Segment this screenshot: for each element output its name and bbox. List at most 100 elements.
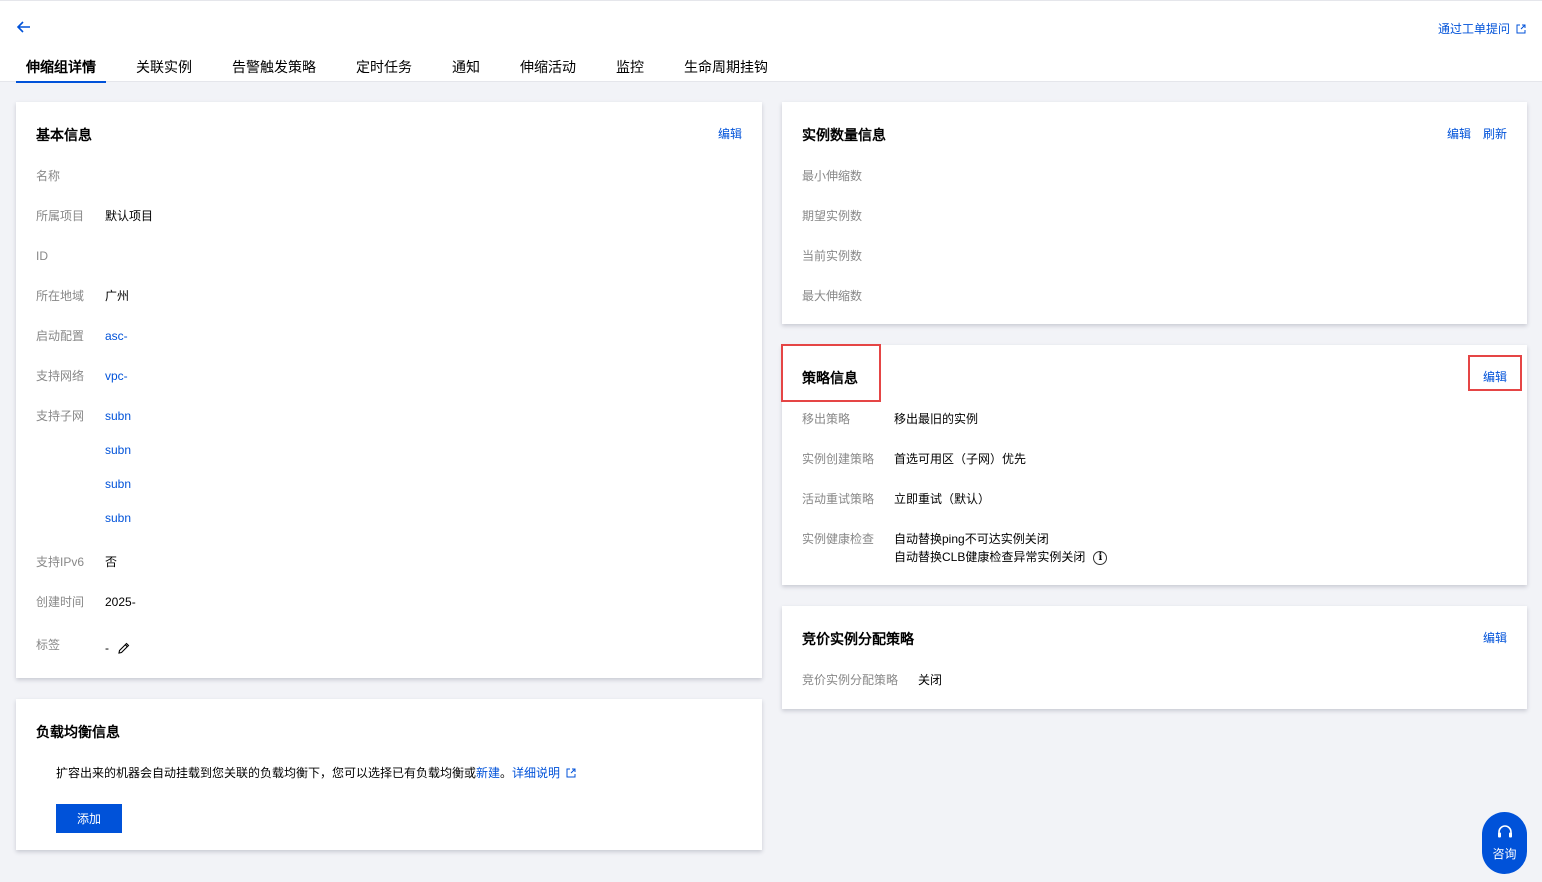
info-row: 移出策略 移出最旧的实例 [802, 410, 978, 428]
health-check-clb-text: 自动替换CLB健康检查异常实例关闭 [894, 550, 1086, 564]
info-key: 支持IPv6 [36, 555, 85, 569]
policy-title: 策略信息 [802, 370, 858, 386]
policy-edit-button[interactable]: 编辑 [1483, 368, 1507, 385]
info-value: 广州 [105, 289, 130, 303]
info-row: 支持网络 vpc- [36, 367, 128, 385]
info-row: 最小伸缩数 [802, 167, 871, 185]
load-balancer-description: 扩容出来的机器会自动挂载到您关联的负载均衡下，您可以选择已有负载均衡或 [56, 766, 477, 780]
spot-instance-card: 竞价实例分配策略 编辑 竞价实例分配策略 关闭 [782, 606, 1527, 709]
headset-icon [1497, 825, 1512, 838]
info-key: 创建时间 [36, 595, 85, 609]
tab-scheduled-tasks[interactable]: 定时任务 [346, 51, 422, 83]
info-key: 期望实例数 [802, 209, 863, 223]
description-period: 。 [500, 766, 513, 780]
tags-value: - [105, 641, 109, 655]
info-row: ID [36, 247, 105, 265]
external-link-icon [1516, 24, 1526, 33]
info-row: 创建时间 2025- [36, 593, 136, 611]
info-row: 当前实例数 [802, 247, 871, 265]
tab-bar: 伸缩组详情 关联实例 告警触发策略 定时任务 通知 伸缩活动 监控 生命周期挂钩 [16, 51, 798, 83]
subnet-link[interactable]: subn [105, 475, 131, 493]
info-key: 最小伸缩数 [802, 169, 863, 183]
info-row: 所在地域 广州 [36, 287, 129, 305]
tab-group-details[interactable]: 伸缩组详情 [16, 51, 106, 83]
instance-count-title: 实例数量信息 [802, 127, 886, 143]
ticket-link[interactable]: 通过工单提问 [1438, 20, 1526, 37]
info-row: 期望实例数 [802, 207, 871, 225]
info-key: 实例创建策略 [802, 452, 875, 466]
tab-associated-instances[interactable]: 关联实例 [126, 51, 202, 83]
health-check-values: 自动替换ping不可达实例关闭 自动替换CLB健康检查异常实例关闭 i [894, 530, 1108, 566]
info-row: subn [36, 509, 131, 527]
refresh-button[interactable]: 刷新 [1483, 125, 1507, 142]
info-key [36, 509, 105, 527]
info-key: 实例健康检查 [802, 532, 875, 546]
info-key: 所属项目 [36, 209, 85, 223]
info-key: 支持子网 [36, 409, 85, 423]
health-check-clb: 自动替换CLB健康检查异常实例关闭 i [894, 548, 1108, 566]
health-check-ping: 自动替换ping不可达实例关闭 [894, 532, 1049, 546]
info-key: 竞价实例分配策略 [802, 673, 899, 687]
basic-info-edit-button[interactable]: 编辑 [718, 125, 742, 142]
top-bar: 通过工单提问 伸缩组详情 关联实例 告警触发策略 定时任务 通知 伸缩活动 监控… [0, 0, 1542, 83]
basic-info-title: 基本信息 [36, 127, 92, 143]
external-link-icon [566, 768, 576, 777]
new-load-balancer-link[interactable]: 新建 [476, 764, 500, 781]
subnet-link[interactable]: subn [105, 441, 131, 459]
info-key: 所在地域 [36, 289, 85, 303]
info-row: 启动配置 asc- [36, 327, 128, 345]
info-row: 支持子网 subn [36, 407, 131, 425]
tab-monitoring[interactable]: 监控 [606, 51, 654, 83]
info-row: 所属项目 默认项目 [36, 207, 153, 225]
info-row: 竞价实例分配策略 关闭 [802, 671, 942, 689]
info-key: 当前实例数 [802, 249, 863, 263]
info-value: 首选可用区（子网）优先 [894, 452, 1027, 466]
info-row: 名称 [36, 167, 105, 185]
vpc-link[interactable]: vpc- [105, 367, 128, 385]
info-value: 移出最旧的实例 [894, 412, 979, 426]
add-load-balancer-button[interactable]: 添加 [56, 804, 122, 833]
tab-lifecycle-hooks[interactable]: 生命周期挂钩 [674, 51, 778, 83]
tab-scaling-activities[interactable]: 伸缩活动 [510, 51, 586, 83]
tab-alarm-policies[interactable]: 告警触发策略 [222, 51, 326, 83]
info-value: 2025- [105, 595, 136, 609]
ticket-link-label[interactable]: 通过工单提问 [1438, 20, 1510, 37]
instance-count-card: 实例数量信息 编辑 刷新 最小伸缩数 期望实例数 当前实例数 最大伸缩数 [782, 102, 1527, 324]
spot-instance-edit-button[interactable]: 编辑 [1483, 629, 1507, 646]
info-value: 关闭 [918, 673, 943, 687]
info-row: 最大伸缩数 [802, 287, 871, 305]
info-value: 默认项目 [105, 209, 154, 223]
basic-info-card: 基本信息 编辑 名称 所属项目 默认项目 ID 所在地域 广州 启动配置 asc- 支… [16, 102, 762, 678]
load-balancer-card: 负载均衡信息 扩容出来的机器会自动挂载到您关联的负载均衡下，您可以选择已有负载均… [16, 699, 762, 850]
info-row: 活动重试策略 立即重试（默认） [802, 490, 990, 508]
detail-doc-link[interactable]: 详细说明 [512, 764, 560, 781]
spot-instance-title: 竞价实例分配策略 [802, 631, 914, 647]
info-key: 名称 [36, 169, 61, 183]
info-key: 启动配置 [36, 329, 85, 343]
info-key: 标签 [36, 638, 61, 652]
info-row: subn [36, 475, 131, 493]
info-value: 立即重试（默认） [894, 492, 991, 506]
info-key: 支持网络 [36, 369, 85, 383]
info-key: 最大伸缩数 [802, 289, 863, 303]
info-icon[interactable]: i [1093, 550, 1108, 565]
info-row: subn [36, 441, 131, 459]
subnet-link[interactable]: subn [105, 407, 131, 425]
consult-label: 咨询 [1492, 847, 1517, 861]
info-row: 支持IPv6 否 [36, 553, 117, 571]
policy-card: 策略信息 编辑 移出策略 移出最旧的实例 实例创建策略 首选可用区（子网）优先 活动… [782, 345, 1527, 585]
info-key: ID [36, 249, 48, 263]
load-balancer-title: 负载均衡信息 [36, 724, 120, 740]
info-row: 实例创建策略 首选可用区（子网）优先 [802, 450, 1026, 468]
info-row: 实例健康检查 自动替换ping不可达实例关闭 自动替换CLB健康检查异常实例关闭… [802, 530, 1108, 566]
tab-notifications[interactable]: 通知 [442, 51, 490, 83]
subnet-link[interactable]: subn [105, 509, 131, 527]
instance-count-edit-button[interactable]: 编辑 [1447, 125, 1471, 142]
info-value: 否 [105, 555, 118, 569]
back-arrow-icon[interactable] [14, 17, 34, 37]
info-key [36, 475, 105, 493]
info-row: 标签 - [36, 633, 131, 657]
launch-config-link[interactable]: asc- [105, 327, 128, 345]
pencil-edit-icon[interactable] [117, 641, 131, 655]
consult-button[interactable]: 咨询 [1482, 812, 1527, 874]
